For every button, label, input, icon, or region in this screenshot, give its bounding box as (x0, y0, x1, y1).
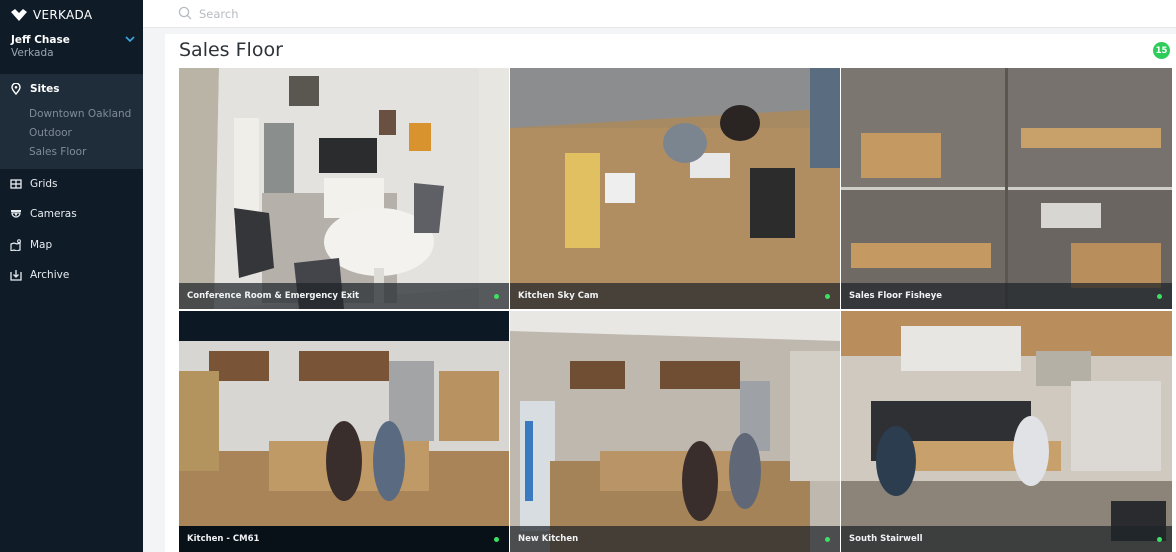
top-bar (143, 0, 1176, 28)
camera-tile[interactable]: Conference Room & Emergency Exit (179, 68, 509, 309)
archive-icon (10, 270, 22, 281)
sidebar-item-label: Sites (30, 83, 60, 95)
camera-tile[interactable]: South Stairwell (841, 311, 1172, 552)
sidebar-item-cameras[interactable]: Cameras (0, 202, 143, 226)
map-icon (10, 239, 21, 251)
camera-feed (841, 68, 1172, 309)
camera-caption: South Stairwell (841, 526, 1172, 552)
main-panel: Sales Floor 15 Conference Room & Emergen… (165, 34, 1176, 552)
camera-name: Kitchen Sky Cam (518, 291, 599, 301)
sidebar-item-archive[interactable]: Archive (0, 263, 143, 287)
search-icon (178, 6, 192, 20)
online-status-icon (1157, 294, 1162, 299)
online-status-icon (825, 294, 830, 299)
camera-feed (179, 311, 509, 552)
brand-name: VERKADA (33, 8, 93, 22)
camera-feed (841, 311, 1172, 552)
camera-caption: Kitchen - CM61 (179, 526, 509, 552)
search-input[interactable] (199, 4, 599, 24)
site-outdoor[interactable]: Outdoor (29, 127, 72, 139)
camera-icon (11, 210, 21, 218)
camera-feed (510, 311, 840, 552)
camera-tile[interactable]: Kitchen - CM61 (179, 311, 509, 552)
camera-caption: Sales Floor Fisheye (841, 283, 1172, 309)
grid-icon (10, 179, 22, 189)
sidebar: VERKADA Jeff Chase Verkada Sites Downtow… (0, 0, 143, 552)
camera-caption: Conference Room & Emergency Exit (179, 283, 509, 309)
verkada-logo-icon (11, 9, 27, 21)
brand-logo[interactable]: VERKADA (11, 7, 92, 23)
camera-name: South Stairwell (849, 534, 923, 544)
user-org: Verkada (11, 47, 54, 59)
sites-section: Sites Downtown Oakland Outdoor Sales Flo… (0, 74, 143, 169)
sidebar-item-grids[interactable]: Grids (0, 172, 143, 196)
camera-name: New Kitchen (518, 534, 579, 544)
site-downtown-oakland[interactable]: Downtown Oakland (29, 108, 131, 120)
user-menu[interactable]: Jeff Chase Verkada (11, 34, 139, 59)
page-title: Sales Floor (179, 39, 283, 61)
online-status-icon (494, 537, 499, 542)
sidebar-item-label: Archive (30, 269, 70, 281)
camera-name: Sales Floor Fisheye (849, 291, 943, 301)
camera-caption: New Kitchen (510, 526, 840, 552)
sidebar-item-sites[interactable]: Sites (0, 77, 143, 101)
online-status-icon (494, 294, 499, 299)
map-pin-icon (11, 83, 21, 95)
camera-tile[interactable]: New Kitchen (510, 311, 840, 552)
camera-feed (510, 68, 840, 309)
sidebar-item-map[interactable]: Map (0, 233, 143, 257)
camera-count-badge: 15 (1153, 42, 1170, 59)
camera-caption: Kitchen Sky Cam (510, 283, 840, 309)
camera-feed (179, 68, 509, 309)
sidebar-item-label: Grids (30, 178, 58, 190)
camera-name: Conference Room & Emergency Exit (187, 291, 360, 301)
camera-name: Kitchen - CM61 (187, 534, 260, 544)
camera-tile[interactable]: Kitchen Sky Cam (510, 68, 840, 309)
sidebar-item-label: Cameras (30, 208, 77, 220)
site-sales-floor[interactable]: Sales Floor (29, 146, 86, 158)
online-status-icon (1157, 537, 1162, 542)
sidebar-item-label: Map (30, 239, 53, 251)
online-status-icon (825, 537, 830, 542)
user-name: Jeff Chase (11, 34, 70, 46)
chevron-down-icon[interactable] (125, 35, 135, 43)
camera-tile[interactable]: Sales Floor Fisheye (841, 68, 1172, 309)
camera-grid: Conference Room & Emergency Exit Kitchen… (179, 68, 1172, 552)
